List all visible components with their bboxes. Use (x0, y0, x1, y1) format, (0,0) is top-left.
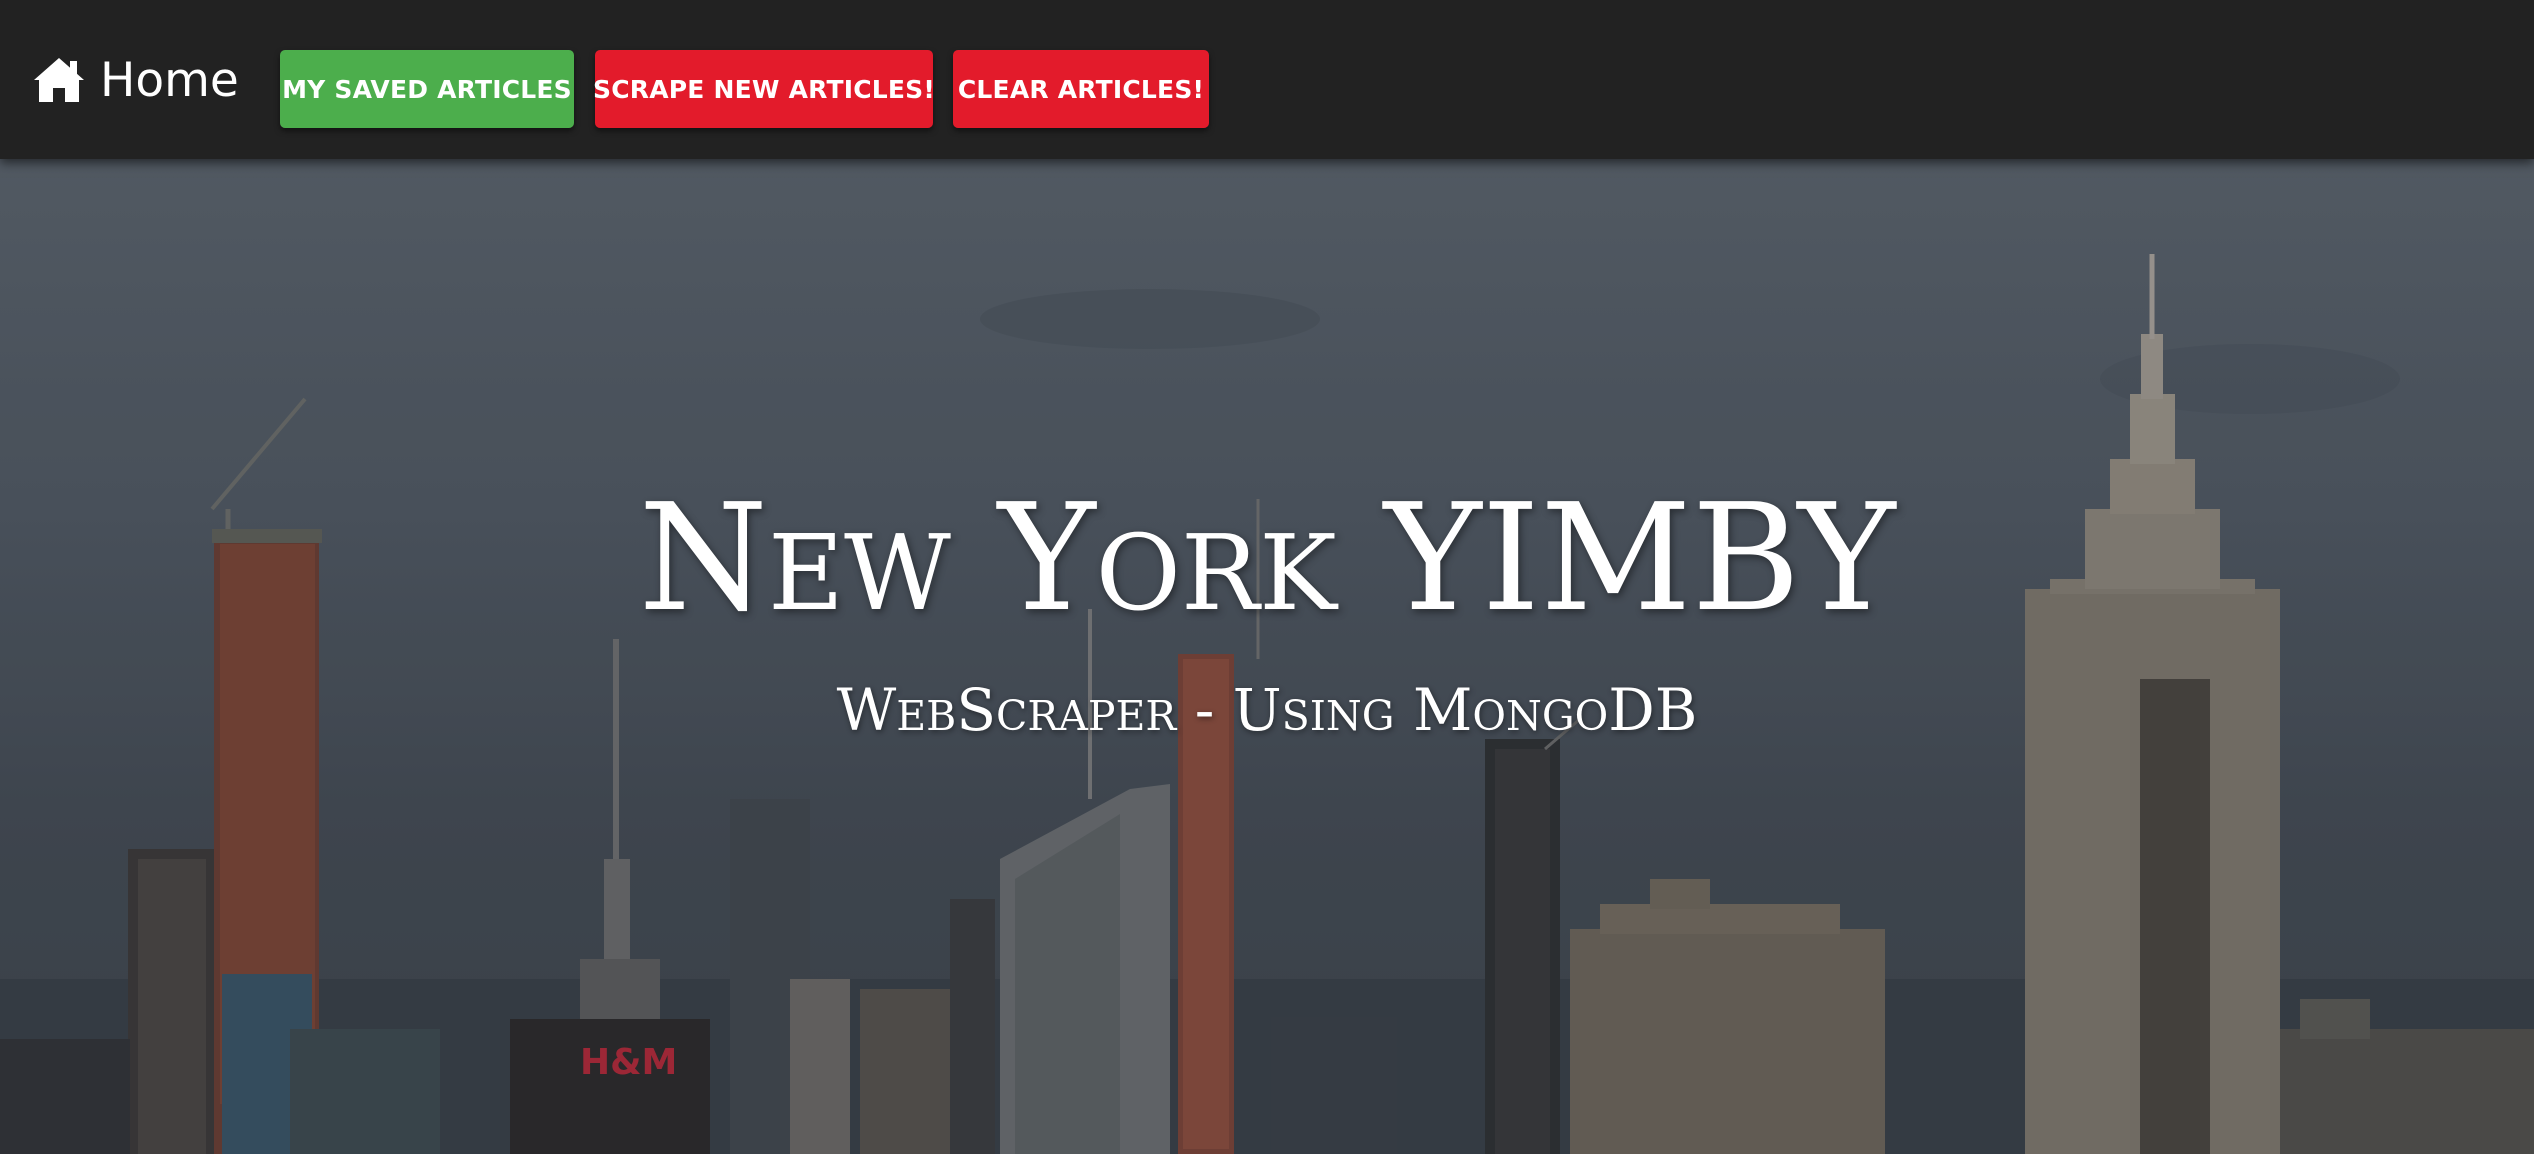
home-link[interactable]: Home (32, 50, 239, 110)
clear-articles-button[interactable]: CLEAR ARTICLES! (953, 50, 1209, 128)
my-saved-articles-button[interactable]: MY SAVED ARTICLES (280, 50, 574, 128)
hero-section: H&M New York YIMBY WebScraper - Using Mo… (0, 159, 2534, 1154)
home-label: Home (100, 52, 239, 108)
home-icon (32, 56, 86, 104)
navbar: Home MY SAVED ARTICLES SCRAPE NEW ARTICL… (0, 0, 2534, 159)
scrape-new-articles-button[interactable]: SCRAPE NEW ARTICLES! (593, 50, 935, 128)
hero-title: New York YIMBY (638, 472, 1896, 644)
hero-subtitle: WebScraper - Using MongoDB (836, 676, 1698, 744)
hero-overlay (0, 159, 2534, 1154)
